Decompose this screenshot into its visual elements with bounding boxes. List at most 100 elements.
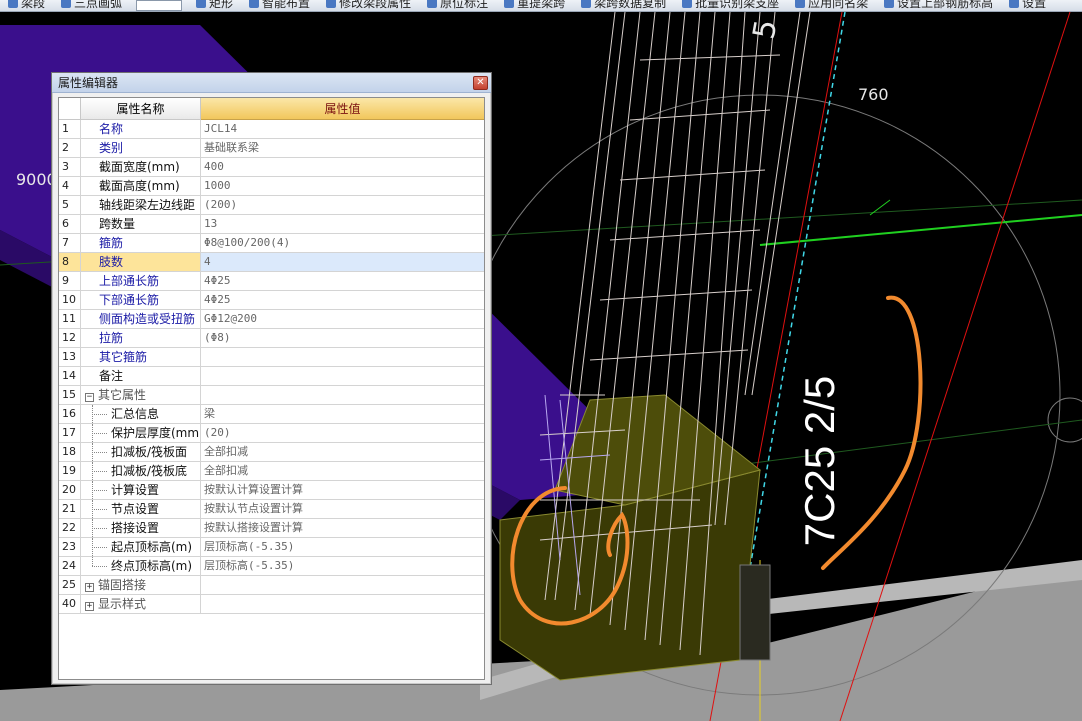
- toolbar-button[interactable]: 三点画弧: [53, 0, 130, 9]
- toolbar-button-label: 梁段: [21, 0, 46, 10]
- property-row[interactable]: 40 + 显示样式: [59, 595, 484, 614]
- property-name-label: 终点顶标高(m): [111, 559, 193, 573]
- property-grid-header: 属性名称 属性值: [59, 98, 484, 120]
- toolbar-button[interactable]: 设置上部钢筋标高: [876, 0, 1001, 9]
- property-value[interactable]: (Φ8): [201, 329, 484, 347]
- property-name: 轴线距梁左边线距: [81, 196, 201, 214]
- property-grid[interactable]: 属性名称 属性值 1 名称 JCL14 2 类别 基础联系梁 3 截面宽度(mm) 400 4 截面…: [58, 97, 485, 680]
- property-value[interactable]: [201, 576, 484, 594]
- toolbar-button[interactable]: 梁跨数据复制: [573, 0, 674, 9]
- property-editor-titlebar[interactable]: 属性编辑器 ✕: [52, 73, 491, 93]
- property-value[interactable]: 全部扣减: [201, 462, 484, 480]
- property-value[interactable]: [201, 348, 484, 366]
- toolbar-button-label: 设置: [1022, 0, 1047, 10]
- property-value[interactable]: [201, 595, 484, 613]
- property-row[interactable]: 18 扣减板/筏板面 全部扣减: [59, 443, 484, 462]
- toolbar-icon: [326, 0, 337, 8]
- property-value[interactable]: [201, 367, 484, 385]
- toolbar-button[interactable]: 应用同名梁: [787, 0, 876, 9]
- property-value[interactable]: (200): [201, 196, 484, 214]
- property-value[interactable]: 4Φ25: [201, 291, 484, 309]
- property-row[interactable]: 8 肢数 4: [59, 253, 484, 272]
- property-row[interactable]: 12 拉筋 (Φ8): [59, 329, 484, 348]
- property-rows: 1 名称 JCL14 2 类别 基础联系梁 3 截面宽度(mm) 400 4 截面高度(mm) 100…: [59, 120, 484, 614]
- property-name-label: 截面宽度(mm): [99, 160, 180, 174]
- property-row[interactable]: 7 箍筋 Φ8@100/200(4): [59, 234, 484, 253]
- toolbar-button[interactable]: 重提梁跨: [496, 0, 573, 9]
- property-row[interactable]: 21 节点设置 按默认节点设置计算: [59, 500, 484, 519]
- toolbar-icon: [884, 0, 895, 8]
- property-value[interactable]: (20): [201, 424, 484, 442]
- toolbar-input[interactable]: [136, 0, 183, 11]
- property-name-label: 其它属性: [98, 388, 147, 402]
- row-number: 40: [59, 595, 81, 613]
- property-name-label: 拉筋: [99, 331, 124, 345]
- property-row[interactable]: 16 汇总信息 梁: [59, 405, 484, 424]
- property-value[interactable]: 400: [201, 158, 484, 176]
- property-row[interactable]: 19 扣减板/筏板底 全部扣减: [59, 462, 484, 481]
- toolbar-button[interactable]: 修改梁段属性: [318, 0, 419, 9]
- property-row[interactable]: 17 保护层厚度(mm) (20): [59, 424, 484, 443]
- property-value[interactable]: 梁: [201, 405, 484, 423]
- property-value[interactable]: [201, 386, 484, 404]
- property-name: 截面宽度(mm): [81, 158, 201, 176]
- property-value[interactable]: 1000: [201, 177, 484, 195]
- property-row[interactable]: 2 类别 基础联系梁: [59, 139, 484, 158]
- expand-icon[interactable]: +: [85, 583, 94, 592]
- property-value[interactable]: Φ8@100/200(4): [201, 234, 484, 252]
- property-name: 截面高度(mm): [81, 177, 201, 195]
- property-row[interactable]: 11 侧面构造或受扭筋 GΦ12@200: [59, 310, 484, 329]
- property-value[interactable]: 层顶标高(-5.35): [201, 557, 484, 575]
- property-row[interactable]: 3 截面宽度(mm) 400: [59, 158, 484, 177]
- toolbar-button[interactable]: 原位标注: [419, 0, 496, 9]
- property-name: 扣减板/筏板底: [81, 462, 201, 480]
- property-name: 计算设置: [81, 481, 201, 499]
- property-value[interactable]: 4: [201, 253, 484, 271]
- toolbar-button[interactable]: 智能布置: [241, 0, 318, 9]
- toolbar-icon: [8, 0, 18, 8]
- property-row[interactable]: 24 终点顶标高(m) 层顶标高(-5.35): [59, 557, 484, 576]
- property-row[interactable]: 20 计算设置 按默认计算设置计算: [59, 481, 484, 500]
- toolbar-button-label: 修改梁段属性: [339, 0, 412, 10]
- property-value[interactable]: 按默认节点设置计算: [201, 500, 484, 518]
- toolbar-icon: [196, 0, 207, 8]
- snap-circle: [1047, 397, 1082, 443]
- property-row[interactable]: 9 上部通长筋 4Φ25: [59, 272, 484, 291]
- property-row[interactable]: 25 + 锚固搭接: [59, 576, 484, 595]
- property-value[interactable]: 基础联系梁: [201, 139, 484, 157]
- property-row[interactable]: 1 名称 JCL14: [59, 120, 484, 139]
- toolbar-button[interactable]: 矩形: [188, 0, 241, 9]
- property-value[interactable]: 全部扣减: [201, 443, 484, 461]
- toolbar-button[interactable]: 批量识别梁支座: [674, 0, 787, 9]
- expand-icon[interactable]: +: [85, 602, 94, 611]
- toolbar-button[interactable]: 设置: [1001, 0, 1054, 9]
- property-row[interactable]: 22 搭接设置 按默认搭接设置计算: [59, 519, 484, 538]
- property-row[interactable]: 15− 其它属性: [59, 386, 484, 405]
- toolbar-icon: [1009, 0, 1020, 8]
- property-row[interactable]: 14 备注: [59, 367, 484, 386]
- property-value[interactable]: 按默认搭接设置计算: [201, 519, 484, 537]
- property-name-label: 下部通长筋: [99, 293, 160, 307]
- property-row[interactable]: 5 轴线距梁左边线距 (200): [59, 196, 484, 215]
- property-value[interactable]: JCL14: [201, 120, 484, 138]
- property-value[interactable]: 层顶标高(-5.35): [201, 538, 484, 556]
- property-row[interactable]: 4 截面高度(mm) 1000: [59, 177, 484, 196]
- toolbar-icon: [61, 0, 72, 8]
- toolbar-button-label: 原位标注: [440, 0, 489, 10]
- property-row[interactable]: 13 其它箍筋: [59, 348, 484, 367]
- property-editor-window[interactable]: 属性编辑器 ✕ 属性名称 属性值 1 名称 JCL14 2 类别 基础联系梁 3 截面宽度(m…: [51, 72, 492, 685]
- property-value[interactable]: 按默认计算设置计算: [201, 481, 484, 499]
- property-row[interactable]: 6 跨数量 13: [59, 215, 484, 234]
- collapse-icon[interactable]: −: [85, 393, 94, 402]
- property-name-label: 名称: [99, 122, 124, 136]
- close-button[interactable]: ✕: [473, 76, 488, 90]
- toolbar-button[interactable]: 梁段: [0, 0, 53, 9]
- property-value[interactable]: GΦ12@200: [201, 310, 484, 328]
- property-name-label: 起点顶标高(m): [111, 540, 193, 554]
- row-number: 15: [59, 386, 81, 404]
- property-value[interactable]: 4Φ25: [201, 272, 484, 290]
- property-row[interactable]: 10 下部通长筋 4Φ25: [59, 291, 484, 310]
- property-row[interactable]: 23 起点顶标高(m) 层顶标高(-5.35): [59, 538, 484, 557]
- property-value[interactable]: 13: [201, 215, 484, 233]
- property-name-label: 侧面构造或受扭筋: [99, 312, 196, 326]
